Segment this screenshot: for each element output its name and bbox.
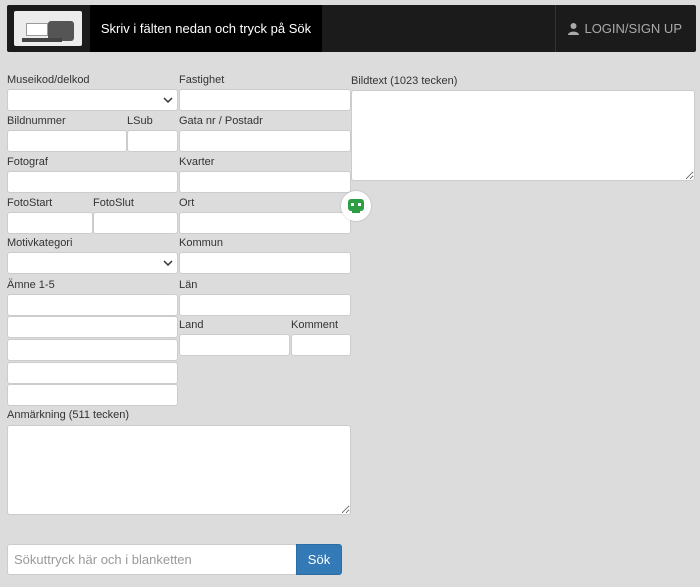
bildnummer-input[interactable] (7, 130, 127, 152)
bildtext-label: Bildtext (1023 tecken) (351, 75, 458, 87)
fotograf-label: Fotograf (7, 156, 48, 168)
logo-card-shape (26, 23, 48, 36)
fotoslut-label: FotoSlut (93, 197, 134, 209)
anmarkning-textarea[interactable] (7, 425, 351, 515)
komment-input[interactable] (291, 334, 351, 356)
lsub-label: LSub (127, 115, 153, 127)
lsub-input[interactable] (127, 130, 178, 152)
search-button-label: Sök (307, 552, 331, 567)
logo-base-shape (22, 38, 62, 42)
amne-1-input[interactable] (7, 294, 178, 316)
gata-input[interactable] (179, 130, 351, 152)
chevron-down-icon (163, 260, 173, 267)
fotostart-label: FotoStart (7, 197, 53, 209)
search-button[interactable]: Sök (296, 544, 342, 575)
kvarter-input[interactable] (179, 171, 351, 193)
chat-assistant-button[interactable] (341, 191, 371, 221)
land-input[interactable] (179, 334, 290, 356)
login-signup-link[interactable]: LOGIN/SIGN UP (555, 5, 696, 52)
anmarkning-label: Anmärkning (511 tecken) (7, 409, 130, 421)
search-input[interactable] (7, 544, 297, 575)
motivkategori-label: Motivkategori (7, 237, 73, 249)
robot-icon (348, 199, 364, 213)
bildtext-textarea[interactable] (351, 90, 695, 181)
fastighet-label: Fastighet (179, 74, 225, 86)
bildnummer-label: Bildnummer (7, 115, 66, 127)
lan-label: Län (179, 279, 198, 291)
amne-4-input[interactable] (7, 362, 178, 384)
gata-label: Gata nr / Postadr (179, 115, 263, 127)
museikod-select[interactable] (7, 89, 178, 111)
fotoslut-input[interactable] (93, 212, 178, 234)
page-instruction-text: Skriv i fälten nedan och tryck på Sök (100, 21, 312, 36)
fastighet-input[interactable] (179, 89, 351, 111)
user-icon (568, 23, 580, 35)
page-instruction: Skriv i fälten nedan och tryck på Sök (90, 5, 322, 52)
ort-label: Ort (179, 197, 195, 209)
kommun-label: Kommun (179, 237, 224, 249)
amne-5-input[interactable] (7, 384, 178, 406)
kommun-input[interactable] (179, 252, 351, 274)
amne-label: Ämne 1-5 (7, 279, 55, 291)
lan-input[interactable] (179, 294, 351, 316)
museikod-label: Museikod/delkod (7, 74, 90, 86)
amne-3-input[interactable] (7, 339, 178, 361)
land-label: Land (179, 319, 204, 331)
chevron-down-icon (163, 97, 173, 104)
komment-label: Komment (291, 319, 339, 331)
amne-2-input[interactable] (7, 316, 178, 338)
ort-input[interactable] (179, 212, 351, 234)
fotostart-input[interactable] (7, 212, 93, 234)
fotograf-input[interactable] (7, 171, 178, 193)
motivkategori-select[interactable] (7, 252, 178, 274)
kvarter-label: Kvarter (179, 156, 215, 168)
login-label: LOGIN/SIGN UP (584, 21, 682, 36)
